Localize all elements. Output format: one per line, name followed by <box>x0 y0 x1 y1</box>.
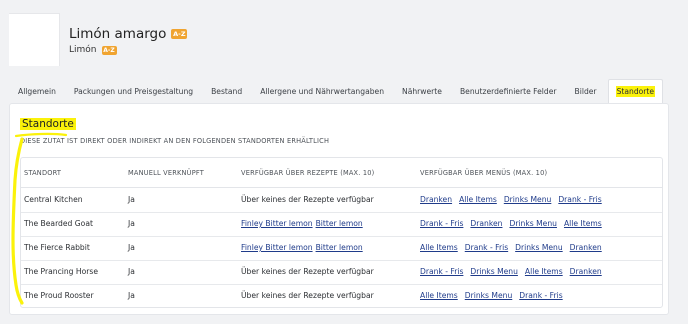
manual-link-value: Ja <box>128 219 135 228</box>
menu-link[interactable]: Alle Items <box>420 243 458 252</box>
menu-link[interactable]: Drank - Fris <box>465 243 508 252</box>
section-description: DIESE ZUTAT IST DIREKT ODER INDIREKT AN … <box>20 137 330 145</box>
table-row: The Prancing Horse Ja Über keines der Reze… <box>21 260 662 285</box>
tab-bar: Allgemein Packungen und Preisgestaltung … <box>9 79 664 103</box>
menu-links: Drank - Fris Dranken Drinks Menu Alle Items <box>420 219 602 228</box>
az-badge-icon: A-Z <box>101 45 117 55</box>
location-name: Central Kitchen <box>24 195 83 204</box>
title-row: Limón amargo A-Z <box>69 26 188 42</box>
locations-table: STANDORT MANUELL VERKNÜPFT VERFÜGBAR ÜBE… <box>20 157 663 308</box>
column-header-manuell: MANUELL VERKNÜPFT <box>128 169 204 177</box>
recipes-none-text: Über keines der Rezepte verfügbar <box>241 267 374 276</box>
table-header: STANDORT MANUELL VERKNÜPFT VERFÜGBAR ÜBE… <box>21 158 662 188</box>
menu-link[interactable]: Drinks Menu <box>504 195 552 204</box>
menu-link[interactable]: Dranken <box>570 243 602 252</box>
menu-link[interactable]: Alle Items <box>525 267 563 276</box>
table-row: The Fierce Rabbit Ja Finley Bitter lemon Bi… <box>21 236 662 261</box>
menu-link[interactable]: Drinks Menu <box>509 219 557 228</box>
tab-naehrwerte[interactable]: Nährwerte <box>393 79 451 103</box>
manual-link-value: Ja <box>128 195 135 204</box>
manual-link-value: Ja <box>128 243 135 252</box>
tab-allgemein[interactable]: Allgemein <box>9 79 65 103</box>
menu-link[interactable]: Dranken <box>570 267 602 276</box>
recipes-none-text: Über keines der Rezepte verfügbar <box>241 195 374 204</box>
menu-links: Alle Items Drinks Menu Drank - Fris <box>420 291 563 300</box>
recipe-link[interactable]: Bitter lemon <box>316 219 363 228</box>
column-header-menues: VERFÜGBAR ÜBER MENÜS (MAX. 10) <box>420 169 548 177</box>
recipe-links: Finley Bitter lemon Bitter lemon <box>241 219 363 228</box>
menu-link[interactable]: Alle Items <box>420 291 458 300</box>
tab-benutzerdefinierte-felder[interactable]: Benutzerdefinierte Felder <box>451 79 566 103</box>
menu-links: Drank - Fris Drinks Menu Alle Items Dranken <box>420 267 602 276</box>
az-badge-icon: A-Z <box>171 29 188 39</box>
menu-link[interactable]: Drank - Fris <box>519 291 562 300</box>
menu-link[interactable]: Drinks Menu <box>470 267 518 276</box>
standorte-panel: Standorte DIESE ZUTAT IST DIREKT ODER IN… <box>9 103 669 315</box>
menu-link[interactable]: Alle Items <box>459 195 497 204</box>
ingredient-image[interactable] <box>9 13 60 66</box>
ingredient-subtitle: Limón <box>69 45 97 55</box>
recipe-link[interactable]: Finley Bitter lemon <box>241 219 313 228</box>
manual-link-value: Ja <box>128 291 135 300</box>
recipe-links: Finley Bitter lemon Bitter lemon <box>241 243 363 252</box>
tab-standorte[interactable]: Standorte <box>607 79 664 103</box>
tab-allergene[interactable]: Allergene und Nährwertangaben <box>251 79 393 103</box>
location-name: The Bearded Goat <box>24 219 93 228</box>
tab-bestand[interactable]: Bestand <box>202 79 251 103</box>
location-name: The Proud Rooster <box>24 291 94 300</box>
tab-standorte-label: Standorte <box>615 86 656 97</box>
recipe-link[interactable]: Bitter lemon <box>316 243 363 252</box>
manual-link-value: Ja <box>128 267 135 276</box>
menu-links: Dranken Alle Items Drinks Menu Drank - Fris <box>420 195 602 204</box>
subtitle-row: Limón A-Z <box>69 45 117 55</box>
column-header-rezepte: VERFÜGBAR ÜBER REZEPTE (MAX. 10) <box>241 169 375 177</box>
section-title: Standorte <box>20 118 76 130</box>
recipes-none-text: Über keines der Rezepte verfügbar <box>241 291 374 300</box>
table-row: The Bearded Goat Ja Finley Bitter lemon Bit… <box>21 212 662 237</box>
ingredient-title: Limón amargo <box>69 26 167 42</box>
menu-link[interactable]: Drank - Fris <box>420 267 463 276</box>
menu-link[interactable]: Dranken <box>470 219 502 228</box>
tab-packungen[interactable]: Packungen und Preisgestaltung <box>65 79 202 103</box>
menu-link[interactable]: Drinks Menu <box>515 243 563 252</box>
menu-links: Alle Items Drank - Fris Drinks Menu Dranken <box>420 243 602 252</box>
menu-link[interactable]: Alle Items <box>564 219 602 228</box>
menu-link[interactable]: Drank - Fris <box>558 195 601 204</box>
menu-link[interactable]: Drinks Menu <box>465 291 513 300</box>
table-row: The Proud Rooster Ja Über keines der Rezep… <box>21 284 662 307</box>
tab-bilder[interactable]: Bilder <box>566 79 606 103</box>
item-header: Limón amargo A-Z Limón A-Z <box>0 0 688 74</box>
column-header-standort: STANDORT <box>24 169 62 177</box>
location-name: The Fierce Rabbit <box>24 243 90 252</box>
location-name: The Prancing Horse <box>24 267 99 276</box>
menu-link[interactable]: Drank - Fris <box>420 219 463 228</box>
recipe-link[interactable]: Finley Bitter lemon <box>241 243 313 252</box>
menu-link[interactable]: Dranken <box>420 195 452 204</box>
table-row: Central Kitchen Ja Über keines der Rezepte… <box>21 188 662 213</box>
